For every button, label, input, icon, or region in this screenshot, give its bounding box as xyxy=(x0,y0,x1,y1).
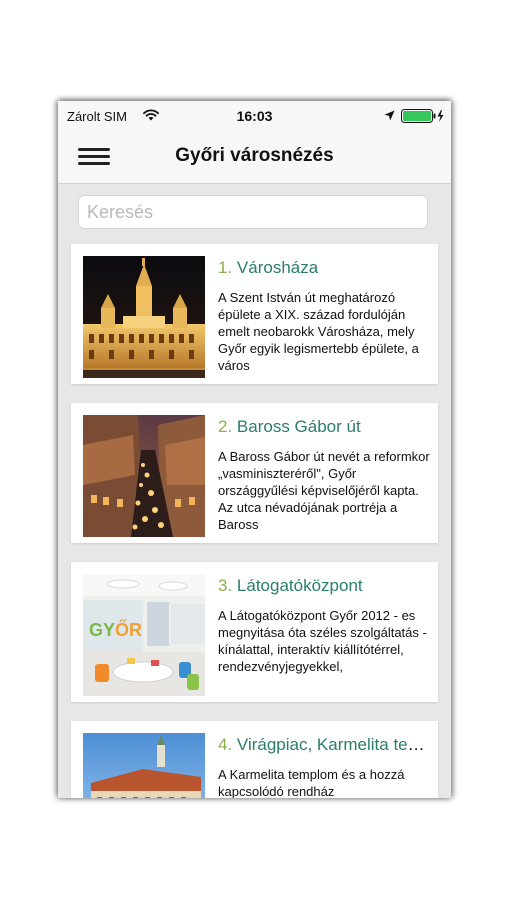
carmelite-church-thumbnail xyxy=(83,733,205,798)
item-name: Látogatóközpont xyxy=(236,576,363,595)
battery-icon xyxy=(401,109,444,123)
baross-street-thumbnail xyxy=(83,415,205,537)
list-item[interactable]: 1. Városháza A Szent István út meghatáro… xyxy=(71,244,438,384)
navigation-bar: Győri városnézés xyxy=(58,131,451,184)
item-title: 3. Látogatóközpont xyxy=(218,576,430,596)
item-number: 4. xyxy=(218,735,233,754)
svg-text:GY: GY xyxy=(89,620,115,640)
item-name: Baross Gábor út xyxy=(236,417,361,436)
phone-screen: Zárolt SIM 16:03 Győri városnézés Keresé… xyxy=(58,101,451,798)
status-bar: Zárolt SIM 16:03 xyxy=(58,101,451,131)
location-arrow-icon xyxy=(384,110,395,121)
svg-text:ŐR: ŐR xyxy=(115,619,142,640)
item-description: A Szent István út meghatározó épülete a … xyxy=(218,290,419,373)
list-item[interactable]: 2. Baross Gábor út A Baross Gábor út nev… xyxy=(71,403,438,543)
item-name: Városháza xyxy=(236,258,319,277)
city-hall-thumbnail xyxy=(83,256,205,378)
item-number: 3. xyxy=(218,576,233,595)
item-name: Virágpiac, Karmelita templom xyxy=(236,735,430,754)
search-input[interactable] xyxy=(78,195,428,229)
item-title: 2. Baross Gábor út xyxy=(218,417,430,437)
list-item[interactable]: 4. Virágpiac, Karmelita templom A Karmel… xyxy=(71,721,438,798)
visitor-center-thumbnail: GY ŐR xyxy=(83,574,205,696)
item-title: 1. Városháza xyxy=(218,258,430,278)
item-number: 1. xyxy=(218,258,233,277)
list-item[interactable]: GY ŐR 3. Látogatóközpont A Látogatóközpo… xyxy=(71,562,438,702)
item-description: A Látogatóközpont Győr 2012 - es megnyit… xyxy=(218,608,427,674)
item-description: A Baross Gábor út nevét a reformkor „vas… xyxy=(218,449,430,532)
item-title: 4. Virágpiac, Karmelita templom xyxy=(218,735,430,755)
page-title: Győri városnézés xyxy=(175,145,334,166)
item-description: A Karmelita templom és a hozzá kapcsolód… xyxy=(218,767,405,798)
item-number: 2. xyxy=(218,417,233,436)
